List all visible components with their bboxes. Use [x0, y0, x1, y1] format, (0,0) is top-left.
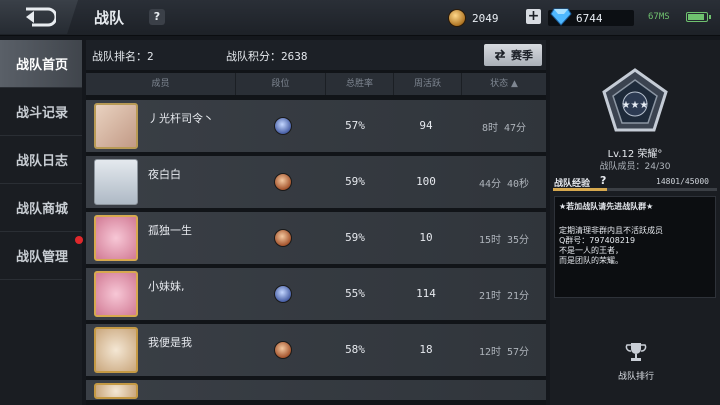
- nav-item-team-shop[interactable]: 战队商城: [0, 184, 82, 232]
- member-list: 丿光杆司令丶 57% 94 8时 47分 夜白白 59% 100 44分 40秒…: [86, 100, 546, 404]
- team-level: Lv.12 荣耀°: [607, 149, 663, 160]
- member-winrate: 55%: [345, 287, 365, 300]
- member-winrate: 59%: [345, 175, 365, 188]
- notice-line: 定期清理非群内且不活跃成员: [559, 226, 663, 235]
- team-rank: 战队排名：2: [92, 48, 154, 64]
- nav-label: 战队管理: [16, 250, 69, 265]
- notice-line: 而是团队的荣耀。: [559, 256, 623, 265]
- rank-badge-icon: [274, 117, 292, 135]
- member-activity: 18: [419, 343, 433, 356]
- member-status: 21时 21分: [478, 291, 530, 302]
- member-winrate: 59%: [345, 231, 365, 244]
- coin-value: 2049: [472, 11, 499, 25]
- team-notice: ★若加战队请先进战队群★ 定期清理非群内且不活跃成员 Q群号：797408219…: [554, 196, 716, 298]
- top-bar: 战队 ? 2049 + 6744 67MS: [0, 0, 720, 36]
- member-panel: 战队排名：2 战队积分：2638 赛季 成员 段位 总胜率 周活跃 状态 ▲ 丿…: [86, 40, 546, 405]
- member-activity: 10: [419, 231, 433, 244]
- member-status: 8时 47分: [481, 123, 527, 134]
- table-row[interactable]: 小妹妹, 55% 114 21时 21分: [86, 268, 546, 320]
- diamond-icon: [550, 8, 572, 26]
- table-row[interactable]: 丿光杆司令丶 57% 94 8时 47分: [86, 100, 546, 152]
- team-emblem-icon: ★★★: [602, 68, 668, 132]
- team-exp-fill: [553, 188, 607, 191]
- team-exp-value: 14801/45000: [656, 177, 709, 186]
- season-label: 赛季: [511, 49, 533, 62]
- col-status[interactable]: 状态 ▲: [462, 73, 546, 95]
- member-status: 15时 35分: [478, 235, 530, 246]
- team-exp-bar: [553, 188, 717, 191]
- side-nav: 战队首页 战斗记录 战队日志 战队商城 战队管理: [0, 40, 82, 405]
- team-points-label: 战队积分：: [226, 50, 281, 63]
- table-row[interactable]: 孤独一生 59% 10 15时 35分: [86, 212, 546, 264]
- member-name: 我便是我: [148, 336, 192, 349]
- table-row-partial[interactable]: [86, 380, 546, 400]
- col-rank[interactable]: 段位: [236, 73, 326, 95]
- team-points-value: 2638: [281, 50, 308, 63]
- season-button[interactable]: 赛季: [484, 44, 542, 66]
- team-rank-label: 战队排名：: [92, 50, 147, 63]
- ping-indicator: 67MS: [648, 12, 670, 22]
- nav-item-team-log[interactable]: 战队日志: [0, 136, 82, 184]
- nav-label: 战斗记录: [16, 106, 69, 121]
- table-row[interactable]: 夜白白 59% 100 44分 40秒: [86, 156, 546, 208]
- team-ranking-label: 战队排行: [617, 372, 654, 382]
- col-activity[interactable]: 周活跃: [394, 73, 462, 95]
- member-status: 44分 40秒: [478, 179, 530, 190]
- member-name: 夜白白: [148, 168, 181, 181]
- member-activity: 94: [419, 119, 433, 132]
- col-winrate[interactable]: 总胜率: [326, 73, 394, 95]
- rank-badge-icon: [274, 285, 292, 303]
- back-button[interactable]: [0, 0, 78, 34]
- rank-bar: 战队排名：2 战队积分：2638 赛季: [86, 40, 546, 70]
- notice-title: ★若加战队请先进战队群★: [559, 202, 654, 211]
- member-winrate: 58%: [345, 343, 365, 356]
- table-row[interactable]: 我便是我 58% 18 12时 57分: [86, 324, 546, 376]
- battery-icon: [686, 12, 711, 22]
- nav-item-battle-records[interactable]: 战斗记录: [0, 88, 82, 136]
- back-arrow-icon: [26, 7, 56, 27]
- table-header: 成员 段位 总胜率 周活跃 状态 ▲: [86, 73, 546, 95]
- notice-line: Q群号：797408219: [559, 236, 636, 245]
- team-rank-value: 2: [147, 50, 154, 63]
- nav-label: 战队日志: [16, 154, 69, 169]
- rank-badge-icon: [274, 229, 292, 247]
- trophy-icon: [625, 343, 647, 361]
- member-name: 丿光杆司令丶: [148, 112, 214, 125]
- team-info-panel: ★★★ Lv.12 荣耀° 战队成员：24/30 战队经验 ? 14801/45…: [550, 40, 720, 405]
- member-activity: 100: [416, 175, 436, 188]
- coin-counter: 2049: [448, 9, 499, 27]
- nav-item-team-manage[interactable]: 战队管理: [0, 232, 82, 280]
- member-avatar[interactable]: [94, 159, 138, 205]
- col-member: 成员: [86, 73, 236, 95]
- page-title: 战队: [94, 9, 125, 27]
- team-members: 战队成员：24/30: [599, 162, 671, 172]
- member-activity: 114: [416, 287, 436, 300]
- member-avatar[interactable]: [94, 271, 138, 317]
- nav-label: 战队商城: [16, 202, 69, 217]
- team-ranking-button[interactable]: 战队排行: [608, 340, 664, 382]
- member-avatar[interactable]: [94, 383, 138, 399]
- nav-label: 战队首页: [16, 58, 69, 73]
- notification-dot: [75, 236, 83, 244]
- member-status: 12时 57分: [478, 347, 530, 358]
- help-icon[interactable]: ?: [149, 9, 165, 25]
- svg-text:★★★: ★★★: [622, 100, 649, 111]
- nav-item-team-home[interactable]: 战队首页: [0, 40, 82, 88]
- swap-icon: [494, 49, 506, 61]
- member-avatar[interactable]: [94, 103, 138, 149]
- exp-help-icon[interactable]: ?: [600, 174, 606, 187]
- member-avatar[interactable]: [94, 327, 138, 373]
- member-avatar[interactable]: [94, 215, 138, 261]
- team-points: 战队积分：2638: [226, 48, 308, 64]
- notice-line: 不是一人的王者，: [559, 246, 623, 255]
- gem-value: 6744: [576, 12, 603, 25]
- rank-badge-icon: [274, 341, 292, 359]
- member-winrate: 57%: [345, 119, 365, 132]
- add-currency-button[interactable]: +: [526, 9, 541, 24]
- member-name: 孤独一生: [148, 224, 192, 237]
- rank-badge-icon: [274, 173, 292, 191]
- coin-icon: [448, 9, 466, 27]
- member-name: 小妹妹,: [148, 280, 185, 293]
